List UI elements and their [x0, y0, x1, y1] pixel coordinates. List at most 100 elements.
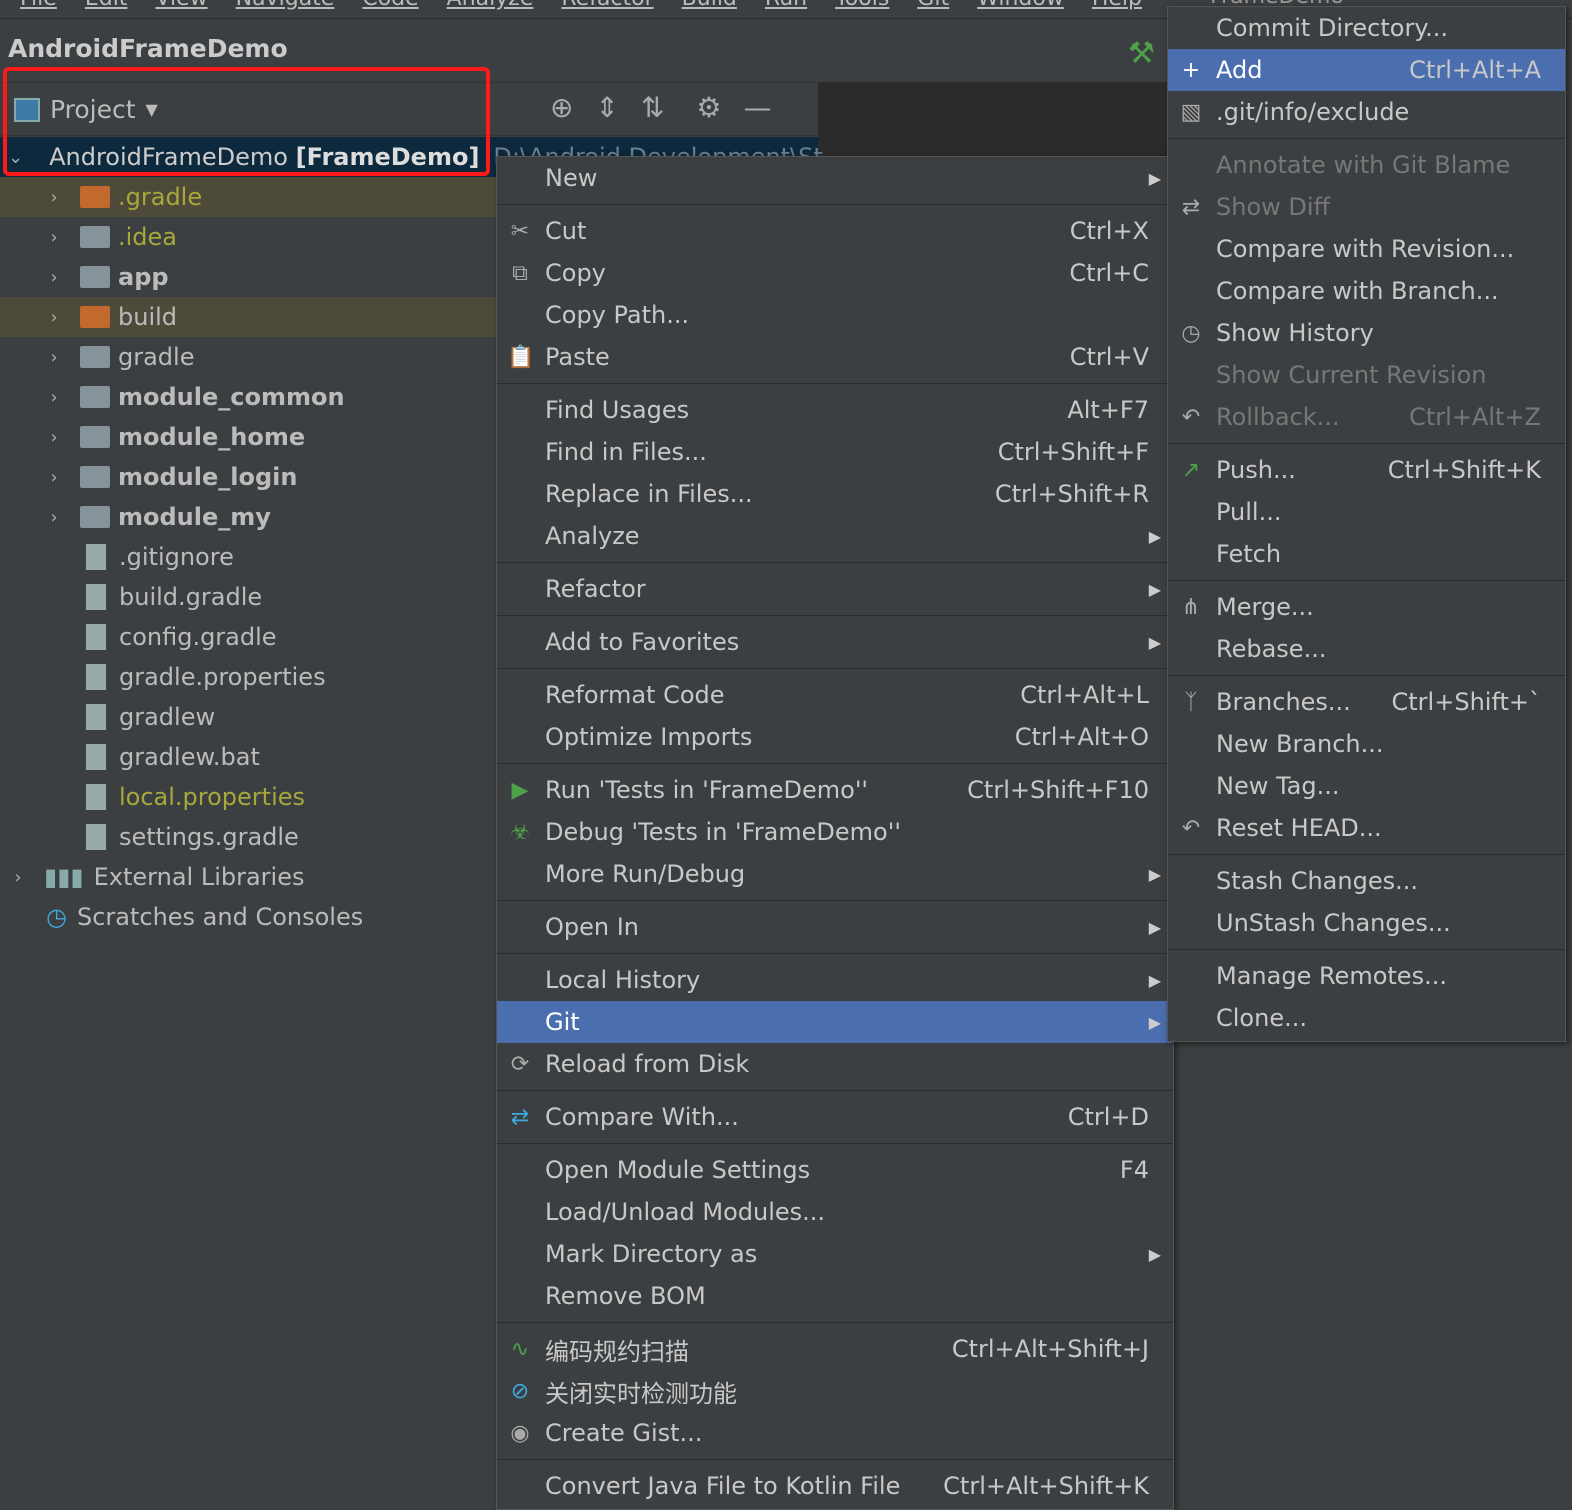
- menu-item-git-info-exclude[interactable]: ▧ .git/info/exclude: [1168, 91, 1565, 133]
- menu-item-[interactable]: ∿ 编码规约扫描 Ctrl+Alt+Shift+J: [497, 1328, 1173, 1370]
- tree-item[interactable]: config.gradle: [0, 617, 496, 657]
- menu-analyze[interactable]: Analyze: [447, 0, 534, 16]
- menu-item-copy[interactable]: ⧉ Copy Ctrl+C: [497, 252, 1173, 294]
- menu-item-open-in[interactable]: Open In ▶: [497, 906, 1173, 948]
- chevron-right-icon[interactable]: ›: [44, 347, 64, 368]
- menu-item-push[interactable]: ↗ Push... Ctrl+Shift+K: [1168, 449, 1565, 491]
- menu-window[interactable]: Window: [977, 0, 1064, 16]
- menu-run[interactable]: Run: [765, 0, 807, 16]
- menu-item-pull[interactable]: Pull...: [1168, 491, 1565, 533]
- menu-item-copy-path[interactable]: Copy Path...: [497, 294, 1173, 336]
- hide-icon[interactable]: —: [744, 91, 772, 124]
- menu-item-find-usages[interactable]: Find Usages Alt+F7: [497, 389, 1173, 431]
- tree-item[interactable]: gradle.properties: [0, 657, 496, 697]
- menu-git[interactable]: Git: [917, 0, 949, 16]
- menu-item-show-history[interactable]: ◷ Show History: [1168, 312, 1565, 354]
- menu-item-cut[interactable]: ✂ Cut Ctrl+X: [497, 210, 1173, 252]
- menu-item-reformat-code[interactable]: Reformat Code Ctrl+Alt+L: [497, 674, 1173, 716]
- menu-item-more-run-debug[interactable]: More Run/Debug ▶: [497, 853, 1173, 895]
- tree-external-libraries[interactable]: › ▮▮▮ External Libraries: [0, 857, 496, 897]
- menu-item-branches[interactable]: ᛉ Branches... Ctrl+Shift+`: [1168, 681, 1565, 723]
- tree-item[interactable]: › module_my: [0, 497, 496, 537]
- menu-file[interactable]: File: [20, 0, 57, 16]
- tree-item[interactable]: › .gradle: [0, 177, 496, 217]
- menu-item-mark-directory-as[interactable]: Mark Directory as ▶: [497, 1233, 1173, 1275]
- menu-item-add-to-favorites[interactable]: Add to Favorites ▶: [497, 621, 1173, 663]
- tree-item[interactable]: › module_home: [0, 417, 496, 457]
- menu-item-show-diff[interactable]: ⇄ Show Diff: [1168, 186, 1565, 228]
- menu-item-unstash-changes[interactable]: UnStash Changes...: [1168, 902, 1565, 944]
- menu-tools[interactable]: Tools: [835, 0, 889, 16]
- tree-scratches[interactable]: ◷ Scratches and Consoles: [0, 897, 496, 937]
- collapse-all-icon[interactable]: ⇅: [641, 91, 664, 124]
- menu-item-compare-with[interactable]: ⇄ Compare With... Ctrl+D: [497, 1096, 1173, 1138]
- menu-refactor[interactable]: Refactor: [561, 0, 653, 16]
- tree-item[interactable]: › module_common: [0, 377, 496, 417]
- menu-item-rebase[interactable]: Rebase...: [1168, 628, 1565, 670]
- menu-item-stash-changes[interactable]: Stash Changes...: [1168, 860, 1565, 902]
- menu-item-debug-tests-in-framedemo[interactable]: ☣ Debug 'Tests in 'FrameDemo'': [497, 811, 1173, 853]
- menu-item-manage-remotes[interactable]: Manage Remotes...: [1168, 955, 1565, 997]
- menu-item-reset-head[interactable]: ↶ Reset HEAD...: [1168, 807, 1565, 849]
- chevron-right-icon[interactable]: ›: [44, 427, 64, 448]
- menu-item-reload-from-disk[interactable]: ⟳ Reload from Disk: [497, 1043, 1173, 1085]
- menu-item-compare-with-revision[interactable]: Compare with Revision...: [1168, 228, 1565, 270]
- chevron-right-icon[interactable]: ›: [44, 227, 64, 248]
- menu-item-compare-with-branch[interactable]: Compare with Branch...: [1168, 270, 1565, 312]
- menu-item-fetch[interactable]: Fetch: [1168, 533, 1565, 575]
- menu-item-convert-java-file-to-kotlin-file[interactable]: Convert Java File to Kotlin File Ctrl+Alt…: [497, 1465, 1173, 1507]
- menu-item-add[interactable]: + Add Ctrl+Alt+A: [1168, 49, 1565, 91]
- menu-build[interactable]: Build: [682, 0, 737, 16]
- tree-item[interactable]: .gitignore: [0, 537, 496, 577]
- menu-item-load-unload-modules[interactable]: Load/Unload Modules...: [497, 1191, 1173, 1233]
- menu-item-optimize-imports[interactable]: Optimize Imports Ctrl+Alt+O: [497, 716, 1173, 758]
- menu-item-git[interactable]: Git ▶: [497, 1001, 1173, 1043]
- locate-icon[interactable]: ⊕: [550, 91, 573, 124]
- menu-item-merge[interactable]: ⋔ Merge...: [1168, 586, 1565, 628]
- menu-view[interactable]: View: [155, 0, 207, 16]
- chevron-right-icon[interactable]: ›: [44, 267, 64, 288]
- tree-item[interactable]: › gradle: [0, 337, 496, 377]
- menu-item-refactor[interactable]: Refactor ▶: [497, 568, 1173, 610]
- build-hammer-icon[interactable]: ⚒: [1128, 36, 1155, 71]
- menu-item-new-tag[interactable]: New Tag...: [1168, 765, 1565, 807]
- gear-icon[interactable]: ⚙: [696, 91, 721, 124]
- tree-item[interactable]: gradlew.bat: [0, 737, 496, 777]
- menu-help[interactable]: Help: [1092, 0, 1142, 16]
- menu-item-[interactable]: ⊘ 关闭实时检测功能: [497, 1370, 1173, 1412]
- menu-item-replace-in-files[interactable]: Replace in Files... Ctrl+Shift+R: [497, 473, 1173, 515]
- chevron-right-icon[interactable]: ›: [44, 387, 64, 408]
- menu-item-new[interactable]: New ▶: [497, 157, 1173, 199]
- menu-code[interactable]: Code: [362, 0, 418, 16]
- expand-all-icon[interactable]: ⇕: [595, 91, 618, 124]
- menu-edit[interactable]: Edit: [85, 0, 128, 16]
- chevron-right-icon[interactable]: ›: [44, 187, 64, 208]
- menu-item-local-history[interactable]: Local History ▶: [497, 959, 1173, 1001]
- menu-item-new-branch[interactable]: New Branch...: [1168, 723, 1565, 765]
- tree-item[interactable]: gradlew: [0, 697, 496, 737]
- menu-item-show-current-revision[interactable]: Show Current Revision: [1168, 354, 1565, 396]
- menu-item-open-module-settings[interactable]: Open Module Settings F4: [497, 1149, 1173, 1191]
- menu-item-find-in-files[interactable]: Find in Files... Ctrl+Shift+F: [497, 431, 1173, 473]
- menu-item-run-tests-in-framedemo[interactable]: ▶ Run 'Tests in 'FrameDemo'' Ctrl+Shift+F1…: [497, 769, 1173, 811]
- tree-item[interactable]: › build: [0, 297, 496, 337]
- menu-item-rollback[interactable]: ↶ Rollback... Ctrl+Alt+Z: [1168, 396, 1565, 438]
- tree-item[interactable]: › .idea: [0, 217, 496, 257]
- menu-item-clone[interactable]: Clone...: [1168, 997, 1565, 1039]
- chevron-right-icon[interactable]: ›: [44, 307, 64, 328]
- menu-item-create-gist[interactable]: ◉ Create Gist...: [497, 1412, 1173, 1454]
- chevron-right-icon[interactable]: ›: [8, 867, 28, 888]
- chevron-right-icon[interactable]: ›: [44, 507, 64, 528]
- tree-item[interactable]: › module_login: [0, 457, 496, 497]
- menu-item-analyze[interactable]: Analyze ▶: [497, 515, 1173, 557]
- tree-item[interactable]: › app: [0, 257, 496, 297]
- menu-navigate[interactable]: Navigate: [236, 0, 335, 16]
- tree-item[interactable]: build.gradle: [0, 577, 496, 617]
- menu-item-paste[interactable]: 📋 Paste Ctrl+V: [497, 336, 1173, 378]
- menu-item-annotate-with-git-blame[interactable]: Annotate with Git Blame: [1168, 144, 1565, 186]
- menu-item-commit-directory[interactable]: Commit Directory...: [1168, 7, 1565, 49]
- chevron-right-icon[interactable]: ›: [44, 467, 64, 488]
- menu-item-remove-bom[interactable]: Remove BOM: [497, 1275, 1173, 1317]
- tree-item[interactable]: local.properties: [0, 777, 496, 817]
- tree-item[interactable]: settings.gradle: [0, 817, 496, 857]
